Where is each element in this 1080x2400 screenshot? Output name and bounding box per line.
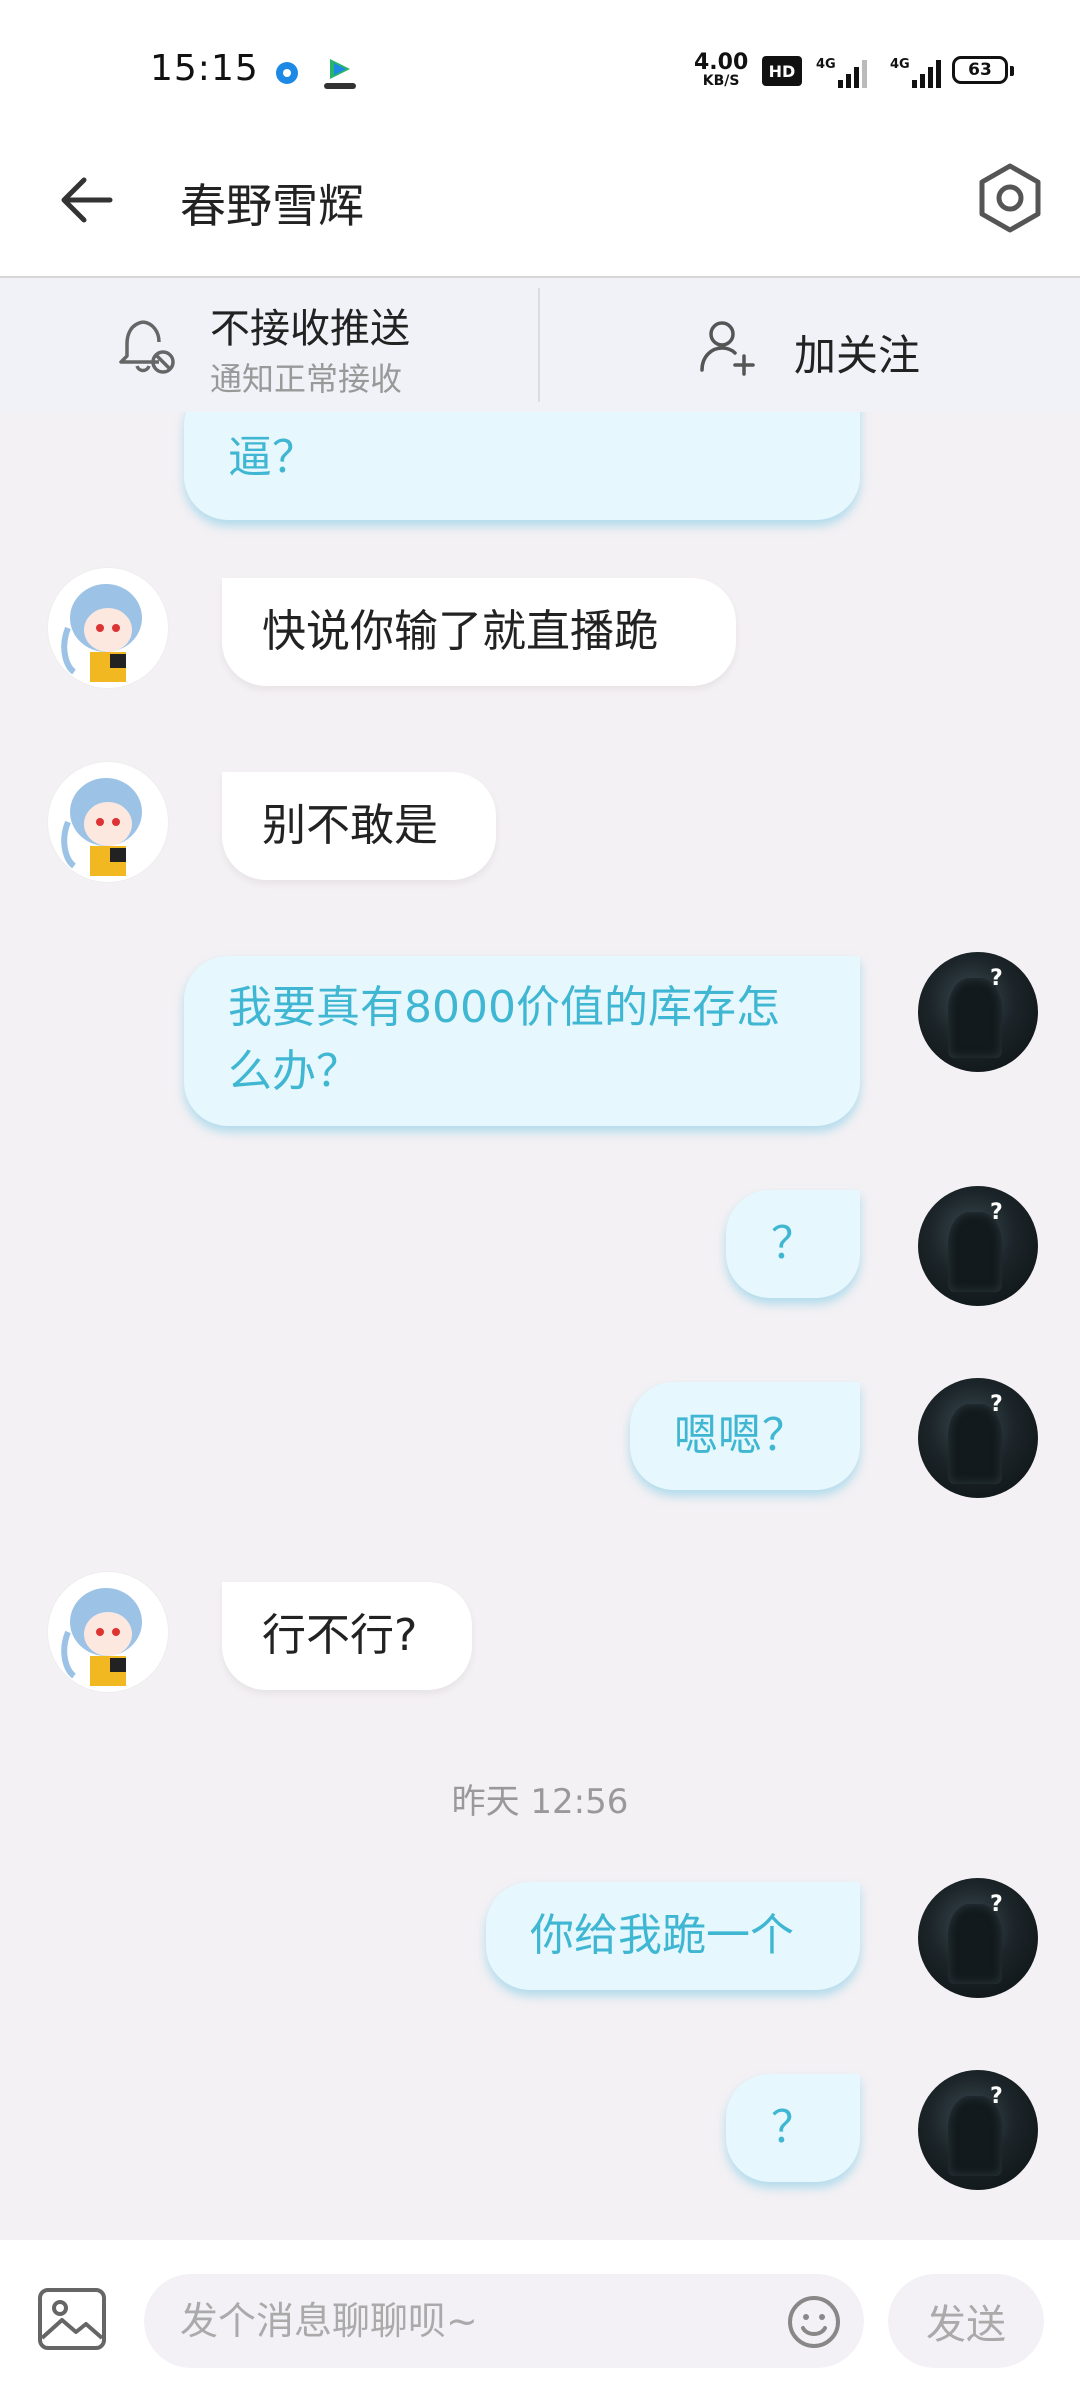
- network-speed: 4.00 KB/S: [694, 50, 749, 89]
- my-message-bubble[interactable]: ？: [726, 1190, 860, 1298]
- signal-icon-2: 4G: [890, 57, 941, 88]
- other-user-avatar[interactable]: [48, 762, 168, 882]
- add-user-icon[interactable]: [698, 316, 758, 376]
- push-setting-subtitle: 通知正常接收: [210, 360, 403, 398]
- my-message-bubble[interactable]: ？: [726, 2074, 860, 2182]
- my-message-bubble[interactable]: 我要真有8000价值的库存怎么办？: [184, 956, 860, 1126]
- other-user-avatar[interactable]: [48, 1572, 168, 1692]
- message-timestamp: 昨天 12:56: [451, 1782, 629, 1822]
- svg-text:4G: 4G: [890, 57, 910, 72]
- app-header: 春野雪辉: [0, 140, 1080, 278]
- follow-button[interactable]: 加关注: [794, 322, 920, 383]
- my-message-bubble[interactable]: 逼？: [184, 412, 860, 520]
- notification-app-icon: [276, 62, 298, 84]
- follow-bar: 不接收推送 通知正常接收 加关注: [0, 278, 1080, 412]
- emoji-icon[interactable]: [786, 2294, 842, 2350]
- input-bar: 发送: [0, 2240, 1080, 2400]
- other-message-bubble[interactable]: 快说你输了就直播跪: [222, 578, 736, 686]
- my-avatar[interactable]: ?: [918, 1878, 1038, 1998]
- status-bar: 15:15 4.00 KB/S HD 4G 4G 63: [0, 0, 1080, 140]
- page-title: 春野雪辉: [180, 179, 364, 233]
- other-message-bubble[interactable]: 行不行?: [222, 1582, 472, 1690]
- my-message-bubble[interactable]: 你给我跪一个: [486, 1882, 860, 1990]
- battery-icon: 63: [952, 56, 1014, 84]
- hd-voice-icon: HD: [762, 56, 802, 86]
- back-arrow-icon[interactable]: [50, 165, 120, 235]
- chat-area[interactable]: ? 逼？ 快说你输了就直播跪 别不敢是 ? 我要真有8000价值的库存怎么办？: [0, 412, 1080, 2240]
- send-button[interactable]: 发送: [888, 2274, 1044, 2368]
- svg-text:4G: 4G: [816, 57, 836, 72]
- my-avatar[interactable]: ?: [918, 1186, 1038, 1306]
- push-setting-title[interactable]: 不接收推送: [210, 296, 410, 354]
- my-message-bubble[interactable]: 嗯嗯？: [630, 1382, 860, 1490]
- divider: [538, 288, 540, 402]
- my-avatar[interactable]: ?: [918, 952, 1038, 1072]
- status-time: 15:15: [150, 48, 259, 89]
- bell-mute-icon[interactable]: [115, 314, 179, 378]
- message-input[interactable]: [144, 2274, 864, 2368]
- settings-hexagon-icon[interactable]: [972, 160, 1048, 236]
- image-picker-icon[interactable]: [36, 2286, 108, 2352]
- signal-icon: 4G: [816, 57, 867, 88]
- other-message-bubble[interactable]: 别不敢是: [222, 772, 496, 880]
- other-user-avatar[interactable]: [48, 568, 168, 688]
- my-avatar[interactable]: ?: [918, 2070, 1038, 2190]
- my-avatar[interactable]: ?: [918, 1378, 1038, 1498]
- video-app-icon: [324, 59, 356, 89]
